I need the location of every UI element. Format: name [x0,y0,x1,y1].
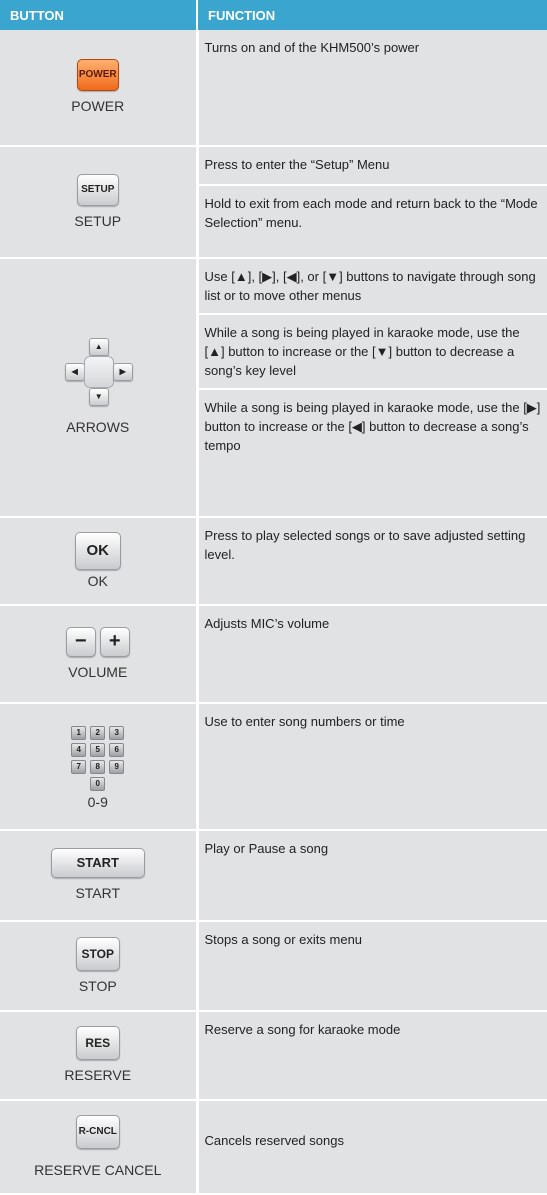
setup-key-icon: SETUP [76,173,119,206]
digit-key-icon: 9 [109,760,125,774]
function-text: Press to play selected songs or to save … [204,528,526,562]
function-text: Reserve a song for karaoke mode [204,1022,401,1037]
function-text: While a song is being played in karaoke … [204,400,541,453]
function-text: Adjusts MIC’s volume [204,616,330,631]
function-text: Use [▲], [▶], [◀], or [▼] buttons to nav… [198,259,547,315]
button-cell: SETUP SETUP [0,146,199,259]
table-row-setup: SETUP SETUP Press to enter the “Setup” M… [0,146,547,259]
button-label: SETUP [74,212,122,229]
function-text: Play or Pause a song [204,841,329,856]
reserve-cancel-key-icon: R-CNCL [75,1114,120,1149]
table-row-start: START START Play or Pause a song [0,830,547,922]
table-row-stop: STOP STOP Stops a song or exits menu [0,921,547,1012]
function-text: Press to enter the “Setup” Menu [198,147,547,186]
table-row-numbers: 123 456 789 0 0-9 Use to enter song numb… [0,703,547,831]
table-row-arrows: ▲ ◀ ▶ ▼ ARROWS Use [▲], [▶], [◀], or [▼]… [0,258,547,518]
function-cell: Reserve a song for karaoke mode [197,1011,547,1101]
function-text: Stops a song or exits menu [204,932,363,947]
function-text: Turns on and of the KHM500’s power [204,40,420,55]
button-cell: POWER POWER [0,30,199,147]
arrow-keypad: ▲ ◀ ▶ ▼ [64,338,133,406]
button-cell: − + VOLUME [0,605,199,704]
table-row-power: POWER POWER Turns on and of the KHM500’s… [0,30,547,147]
button-column-header: BUTTON [0,0,198,30]
button-function-table: BUTTON FUNCTION POWER POWER Turns on and… [0,0,547,1195]
button-cell: START START [0,830,199,922]
function-text: While a song is being played in karaoke … [198,315,547,390]
function-text: Use to enter song numbers or time [204,714,405,729]
plus-key-icon: + [99,626,130,657]
ok-key-icon: OK [74,531,121,570]
start-key-icon: START [50,848,145,878]
function-cell: Turns on and of the KHM500’s power [197,30,547,147]
button-cell: OK OK [0,517,199,606]
function-cell: Play or Pause a song [197,830,547,922]
table-row-volume: − + VOLUME Adjusts MIC’s volume [0,605,547,704]
stop-key-icon: STOP [75,936,120,971]
button-label: VOLUME [68,663,128,680]
function-text: Cancels reserved songs [204,1133,344,1148]
arrow-up-icon: ▲ [88,338,109,356]
arrow-down-icon: ▼ [88,388,109,406]
table-header-row: BUTTON FUNCTION [0,0,547,30]
function-text: Hold to exit from each mode and return b… [204,196,538,230]
button-label: ARROWS [66,419,130,435]
button-label: STOP [78,977,117,994]
button-label: RESERVE CANCEL [34,1161,162,1178]
function-cell: Press to enter the “Setup” Menu Hold to … [197,146,547,259]
arrow-center-key-icon [83,356,114,388]
arrow-left-icon: ◀ [64,363,85,381]
function-cell: Use to enter song numbers or time [197,703,547,831]
page: BUTTON FUNCTION POWER POWER Turns on and… [0,0,547,1195]
button-label: 0-9 [87,794,108,810]
button-label: OK [87,572,108,589]
function-cell: Adjusts MIC’s volume [197,605,547,704]
button-cell: R-CNCL RESERVE CANCEL [0,1100,199,1195]
button-label: RESERVE [64,1067,132,1083]
button-cell: 123 456 789 0 0-9 [0,703,199,831]
button-cell: RES RESERVE [0,1011,199,1101]
function-cell: Stops a song or exits menu [197,921,547,1012]
arrow-right-icon: ▶ [112,363,133,381]
number-keypad: 123 456 789 0 [69,721,126,791]
digit-key-icon: 7 [71,760,87,774]
table-row-reserve-cancel: R-CNCL RESERVE CANCEL Cancels reserved s… [0,1100,547,1195]
button-cell: ▲ ◀ ▶ ▼ ARROWS [0,258,199,518]
function-cell: Use [▲], [▶], [◀], or [▼] buttons to nav… [197,258,547,518]
function-column-header: FUNCTION [197,0,547,30]
function-cell: Cancels reserved songs [197,1100,547,1195]
power-key-icon: POWER [76,59,119,91]
button-cell: STOP STOP [0,921,199,1012]
minus-key-icon: − [65,626,96,657]
reserve-key-icon: RES [75,1026,120,1060]
button-label: POWER [71,98,125,114]
table-row-ok: OK OK Press to play selected songs or to… [0,517,547,606]
table-row-reserve: RES RESERVE Reserve a song for karaoke m… [0,1011,547,1101]
digit-key-icon: 0 [90,777,106,791]
function-cell: Press to play selected songs or to save … [197,517,547,606]
button-label: START [75,885,121,901]
